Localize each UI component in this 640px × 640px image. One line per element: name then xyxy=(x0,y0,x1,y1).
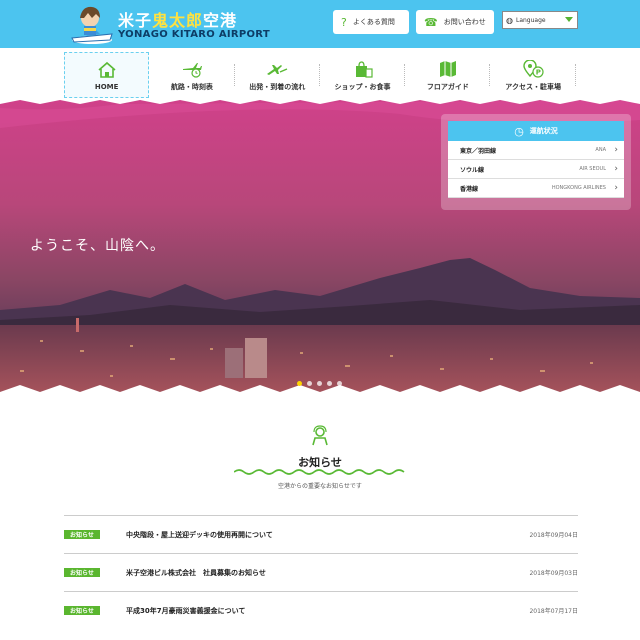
language-select[interactable]: ◍ Language xyxy=(502,11,578,29)
slide-dot[interactable] xyxy=(327,381,332,386)
route-name: 東京／羽田線 xyxy=(460,147,497,155)
nav-label: ショップ・お食事 xyxy=(334,83,391,91)
top-header-bar: 米子鬼太郎空港 YONAGO KITARO AIRPORT ? よくある質問 ☎… xyxy=(0,0,640,48)
news-title-link[interactable]: 中央階段・屋上送迎デッキの使用再開について xyxy=(126,530,273,540)
flight-route-row[interactable]: ソウル線 AIR SEOUL › xyxy=(448,160,624,179)
news-tag: お知らせ xyxy=(64,530,100,539)
nav-label: HOME xyxy=(94,83,119,91)
slide-dot[interactable] xyxy=(337,381,342,386)
flight-status-title: 運航状況 xyxy=(529,127,558,135)
question-icon: ? xyxy=(341,15,347,29)
main-navigation: HOME 航路・時刻表 出発・到着の流れ ショップ・お食事 フロアガイド P ア… xyxy=(64,52,576,98)
flight-status-panel: ◷ 運航状況 東京／羽田線 ANA › ソウル線 AIR SEOUL › 香港線… xyxy=(441,114,631,210)
nav-label: アクセス・駐車場 xyxy=(505,83,561,91)
chevron-right-icon: › xyxy=(614,183,618,193)
faq-label: よくある質問 xyxy=(352,18,395,26)
nav-item-home[interactable]: HOME xyxy=(64,52,150,98)
faq-button[interactable]: ? よくある質問 xyxy=(333,10,409,34)
chevron-right-icon: › xyxy=(614,164,618,174)
nav-divider xyxy=(574,64,576,86)
news-date: 2018年09月03日 xyxy=(529,570,578,577)
news-section-subtitle: 空港からの重要なお知らせです xyxy=(278,483,362,490)
language-label: Language xyxy=(515,16,546,24)
shopping-bag-icon xyxy=(355,61,373,78)
hero-welcome-text: ようこそ、山陰へ。 xyxy=(30,238,165,254)
news-item[interactable]: お知らせ 平成30年7月豪雨災害義援金について 2018年07月17日 xyxy=(64,591,578,629)
news-list: お知らせ 中央階段・屋上送迎デッキの使用再開について 2018年09月04日 お… xyxy=(64,515,578,629)
nav-item-shop-dining[interactable]: ショップ・お食事 xyxy=(320,52,406,98)
news-tag: お知らせ xyxy=(64,606,100,615)
news-date: 2018年07月17日 xyxy=(529,608,578,615)
flight-route-row[interactable]: 東京／羽田線 ANA › xyxy=(448,141,624,160)
phone-icon: ☎ xyxy=(424,15,438,29)
news-item[interactable]: お知らせ 中央階段・屋上送迎デッキの使用再開について 2018年09月04日 xyxy=(64,515,578,553)
flight-route-row[interactable]: 香港線 HONGKONG AIRLINES › xyxy=(448,179,624,198)
map-icon xyxy=(439,61,456,77)
logo-japanese-name: 米子鬼太郎空港 xyxy=(118,11,238,30)
location-parking-icon: P xyxy=(523,60,544,78)
chevron-right-icon: › xyxy=(614,145,618,155)
plane-clock-icon xyxy=(182,63,202,78)
nav-item-routes-timetable[interactable]: 航路・時刻表 xyxy=(149,52,235,98)
globe-icon: ◍ xyxy=(506,15,513,25)
route-name: ソウル線 xyxy=(460,166,485,174)
nav-item-access-parking[interactable]: P アクセス・駐車場 xyxy=(490,52,576,98)
info-person-icon xyxy=(312,425,328,446)
route-name: 香港線 xyxy=(460,185,479,193)
house-icon xyxy=(98,61,116,78)
contact-button[interactable]: ☎ お問い合わせ xyxy=(416,10,494,34)
slide-dot[interactable] xyxy=(317,381,322,386)
chevron-down-icon xyxy=(565,17,573,22)
airline-name: AIR SEOUL xyxy=(579,166,606,172)
nav-label: 出発・到着の流れ xyxy=(249,83,306,91)
news-tag: お知らせ xyxy=(64,568,100,577)
departure-arrival-icon xyxy=(267,65,288,75)
nav-item-departure-arrival[interactable]: 出発・到着の流れ xyxy=(235,52,320,98)
flight-status-header: ◷ 運航状況 xyxy=(448,121,624,141)
news-date: 2018年09月04日 xyxy=(529,532,578,539)
site-logo[interactable]: 米子鬼太郎空港 YONAGO KITARO AIRPORT xyxy=(66,4,270,46)
clock-icon: ◷ xyxy=(514,124,524,138)
news-title-link[interactable]: 米子空港ビル株式会社 社員募集のお知らせ xyxy=(126,568,266,578)
news-title-link[interactable]: 平成30年7月豪雨災害義援金について xyxy=(126,606,245,616)
slide-dot[interactable] xyxy=(297,381,302,386)
logo-english-name: YONAGO KITARO AIRPORT xyxy=(118,29,270,40)
nav-label: 航路・時刻表 xyxy=(170,83,213,91)
nav-label: フロアガイド xyxy=(426,83,469,91)
slideshow-pagination xyxy=(297,381,342,386)
airline-name: ANA xyxy=(595,147,606,153)
mascot-logo-icon xyxy=(71,6,113,44)
news-item[interactable]: お知らせ 米子空港ビル株式会社 社員募集のお知らせ 2018年09月03日 xyxy=(64,553,578,591)
wave-divider xyxy=(234,469,405,475)
nav-item-floor-guide[interactable]: フロアガイド xyxy=(405,52,491,98)
slide-dot[interactable] xyxy=(307,381,312,386)
contact-label: お問い合わせ xyxy=(443,18,486,26)
svg-text:P: P xyxy=(536,69,541,77)
airline-name: HONGKONG AIRLINES xyxy=(551,185,606,191)
